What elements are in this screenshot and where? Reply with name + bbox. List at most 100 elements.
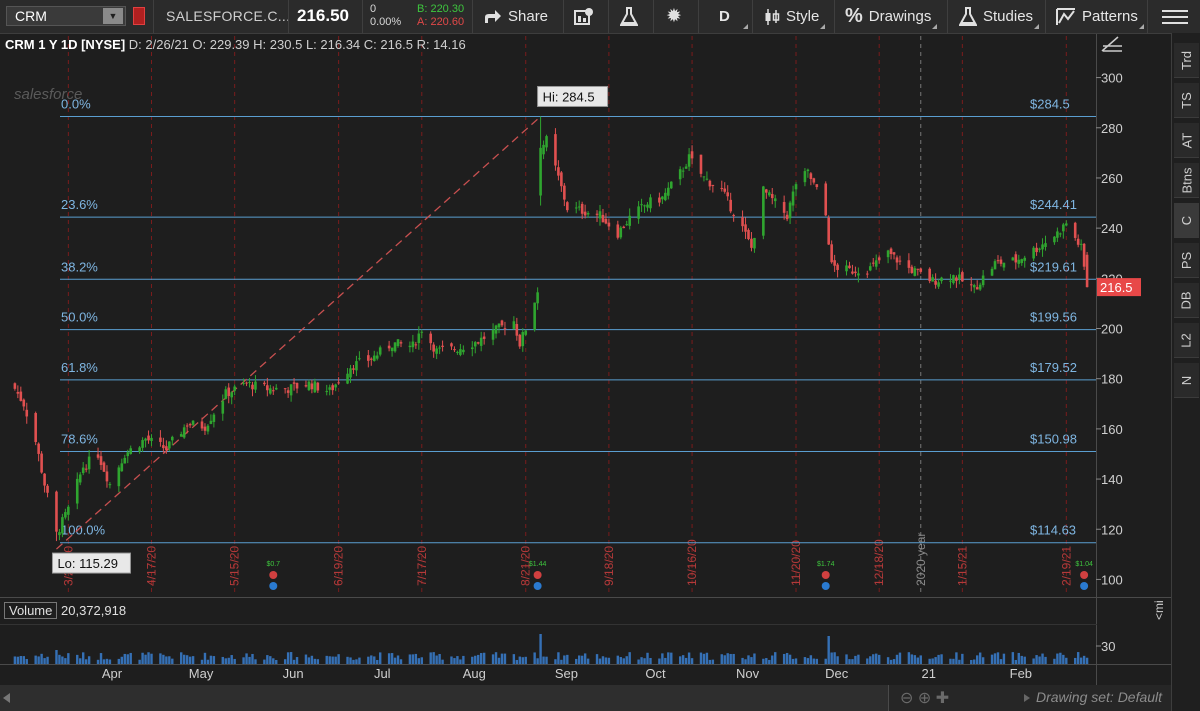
volume-bar [162,654,165,664]
side-tab-db[interactable]: DB [1174,283,1199,318]
volume-bar [462,655,465,664]
side-tab-n[interactable]: N [1174,363,1199,398]
dividend-marker-icon [533,582,542,590]
volume-bar [919,655,922,664]
candle-body [604,218,608,224]
scroll-left-arrow-icon[interactable] [3,693,10,703]
x-axis-month-label: Apr [102,666,123,681]
volume-bar [595,654,599,664]
volume-bar [390,653,394,664]
candle-body [304,385,308,387]
candle-body [96,454,100,458]
volume-bar [373,656,376,664]
volume-bar [687,652,691,664]
volume-bar [812,658,816,664]
y-axis-tick-label: 120 [1101,522,1123,537]
header-low: L: 216.34 [305,37,361,52]
side-tab-ts[interactable]: TS [1174,83,1199,118]
volume-bar [637,659,640,664]
side-tab-at[interactable]: AT [1174,123,1199,158]
x-axis-month-label: May [189,666,214,681]
candle-body [78,474,82,483]
candle-body [453,349,456,351]
volume-bar [185,655,189,664]
candle-body [1056,231,1059,238]
candle-body [616,224,620,238]
drawing-set-label[interactable]: Drawing set: Default [1036,689,1162,705]
fibonacci-price-label: $114.63 [1030,523,1076,538]
candle-body [972,285,976,288]
volume-bar [895,654,899,664]
candle-body [441,345,444,348]
candle-body [895,257,899,263]
volume-bar [150,653,153,664]
candle-body [500,320,504,326]
volume-bar [313,658,317,664]
side-tab-label: L2 [1179,332,1194,348]
candle-body [711,184,715,186]
side-tab-ps[interactable]: PS [1174,243,1199,278]
candle-body [1079,243,1083,245]
dividend-amount-label: $1.04 [1075,561,1093,568]
volume-bar [628,652,631,664]
mini-chart-label[interactable]: <mi [1152,600,1166,620]
volume-bar [171,658,174,664]
volume-bar [928,658,931,664]
side-tab-label: TS [1179,91,1194,109]
candle [1073,221,1077,241]
volume-bar [203,652,207,664]
candle-body [1002,262,1006,268]
volume-bar [180,652,183,664]
volume-bar [815,658,819,664]
volume-bar [64,658,67,664]
side-tab-trd[interactable]: Trd [1174,43,1199,78]
volume-bar [1017,652,1020,664]
candle-body [476,342,480,344]
volume-bar [67,653,70,664]
volume-bar [1011,652,1015,664]
fibonacci-price-label: $284.5 [1030,96,1070,111]
volume-bar [227,657,230,664]
volume-bar [310,655,314,664]
candle-body [975,287,979,290]
candle-body [46,485,49,493]
candle-body [102,462,106,472]
volume-bar [352,659,355,664]
volume-bar [1023,656,1026,664]
side-tab-btns[interactable]: Btns [1174,163,1199,198]
side-tab-label: DB [1179,290,1194,310]
y-axis-tick-label: 200 [1101,322,1123,337]
volume-bar [851,659,854,664]
volume-bar [138,659,141,664]
volume-bar [209,655,213,664]
candle-body [16,392,20,394]
candle-body [165,446,168,451]
candle-body [803,171,807,183]
candle-body [687,154,691,167]
fibonacci-ratio-label: 78.6% [61,432,98,447]
volume-axis-tick-label: 30 [1101,639,1115,654]
candle-body [732,214,735,216]
candle-body [874,260,878,267]
candle [34,411,37,446]
candle-body [369,358,373,360]
volume-bar [55,650,58,664]
candle-body [720,188,724,190]
candle-body [824,183,828,216]
side-tab-l2[interactable]: L2 [1174,323,1199,358]
candle-body [390,347,394,352]
volume-bar [785,652,789,664]
date-marker-label: 7/17/20 [415,546,429,586]
volume-bar [619,657,622,664]
volume-bar [408,654,412,664]
volume-bar [358,657,361,664]
price-chart[interactable]: salesforce3/20/204/17/205/15/206/19/207/… [0,0,1171,711]
volume-bar [545,656,548,664]
candle-body [414,344,418,346]
volume-bar [536,658,539,664]
volume-bar [393,657,397,664]
candle-body [1062,224,1065,232]
candle-body [598,211,602,219]
side-tab-c[interactable]: C [1174,203,1199,238]
date-marker-label: 2020 year [914,533,928,586]
